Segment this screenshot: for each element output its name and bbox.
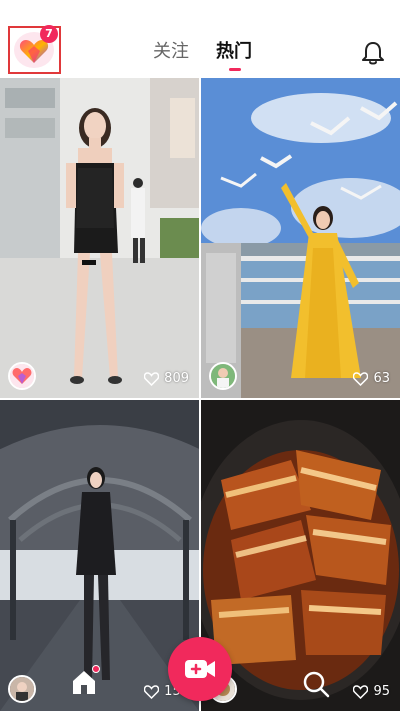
author-avatar[interactable] — [8, 362, 36, 390]
video-card[interactable]: 809 — [0, 78, 199, 398]
search-icon[interactable] — [302, 670, 330, 698]
top-bar: 7 关注 热门 — [0, 0, 400, 78]
video-thumbnail — [201, 78, 400, 398]
video-thumbnail — [0, 78, 199, 398]
like-count[interactable]: 63 — [353, 371, 390, 386]
like-count[interactable]: 809 — [144, 371, 189, 386]
heart-outline-icon — [144, 684, 160, 699]
video-camera-icon — [185, 660, 215, 678]
record-video-button[interactable] — [168, 637, 232, 701]
heart-outline-icon — [353, 371, 369, 386]
video-card[interactable]: 63 — [201, 78, 400, 398]
author-avatar[interactable] — [209, 362, 237, 390]
like-count-text: 95 — [373, 684, 390, 699]
heart-outline-icon — [144, 371, 160, 386]
bell-icon[interactable] — [361, 40, 385, 66]
tab-follow[interactable]: 关注 — [153, 40, 189, 64]
like-count-text: 809 — [164, 371, 189, 386]
profile-avatar-button[interactable]: 7 — [8, 25, 61, 74]
like-count[interactable]: 95 — [353, 684, 390, 699]
author-avatar[interactable] — [8, 675, 36, 703]
home-notification-dot — [92, 665, 100, 673]
active-tab-indicator — [229, 68, 241, 71]
heart-outline-icon — [353, 684, 369, 699]
tab-hot[interactable]: 热门 — [216, 40, 252, 64]
notification-badge: 7 — [40, 25, 58, 43]
like-count-text: 63 — [373, 371, 390, 386]
